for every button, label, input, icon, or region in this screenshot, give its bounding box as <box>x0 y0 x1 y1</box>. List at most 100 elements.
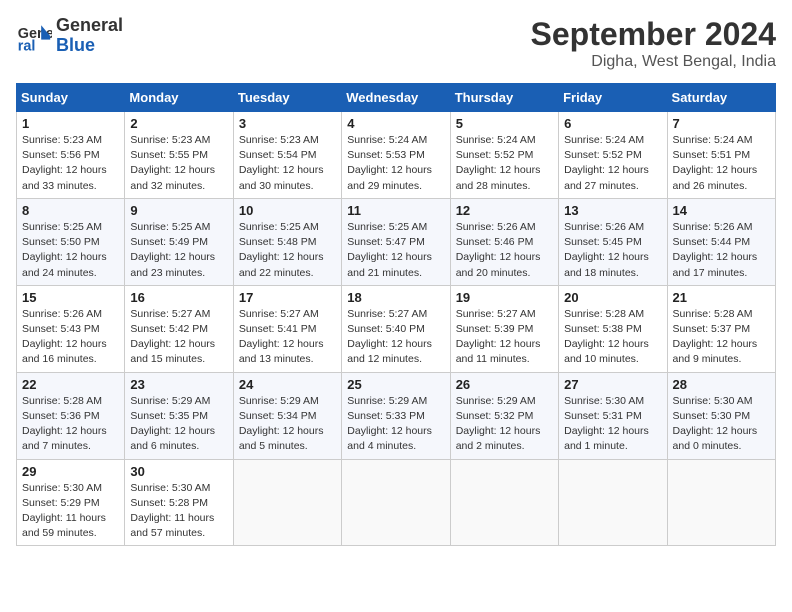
calendar-cell <box>233 459 341 546</box>
day-info: Sunrise: 5:27 AM Sunset: 5:39 PM Dayligh… <box>456 307 553 368</box>
day-number: 11 <box>347 203 444 218</box>
day-info: Sunrise: 5:26 AM Sunset: 5:44 PM Dayligh… <box>673 220 770 281</box>
day-number: 26 <box>456 377 553 392</box>
day-number: 25 <box>347 377 444 392</box>
day-info: Sunrise: 5:29 AM Sunset: 5:33 PM Dayligh… <box>347 394 444 455</box>
calendar-cell: 26 Sunrise: 5:29 AM Sunset: 5:32 PM Dayli… <box>450 372 558 459</box>
calendar-cell: 8Sunrise: 5:25 AM Sunset: 5:50 PM Daylig… <box>17 198 125 285</box>
calendar-cell: 19 Sunrise: 5:27 AM Sunset: 5:39 PM Dayli… <box>450 285 558 372</box>
calendar-cell: 11 Sunrise: 5:25 AM Sunset: 5:47 PM Dayli… <box>342 198 450 285</box>
calendar-cell <box>450 459 558 546</box>
calendar-cell: 5 Sunrise: 5:24 AM Sunset: 5:52 PM Daylig… <box>450 112 558 199</box>
week-row-3: 15 Sunrise: 5:26 AM Sunset: 5:43 PM Dayli… <box>17 285 776 372</box>
weekday-wednesday: Wednesday <box>342 84 450 112</box>
calendar-cell: 9Sunrise: 5:25 AM Sunset: 5:49 PM Daylig… <box>125 198 233 285</box>
page-header: Gene ral General Blue September 2024 Dig… <box>16 16 776 71</box>
calendar-cell: 1 Sunrise: 5:23 AM Sunset: 5:56 PM Daylig… <box>17 112 125 199</box>
day-info: Sunrise: 5:23 AM Sunset: 5:54 PM Dayligh… <box>239 133 336 194</box>
calendar-cell: 3 Sunrise: 5:23 AM Sunset: 5:54 PM Daylig… <box>233 112 341 199</box>
day-info: Sunrise: 5:27 AM Sunset: 5:40 PM Dayligh… <box>347 307 444 368</box>
weekday-friday: Friday <box>559 84 667 112</box>
calendar-cell: 14 Sunrise: 5:26 AM Sunset: 5:44 PM Dayli… <box>667 198 775 285</box>
calendar-cell <box>667 459 775 546</box>
day-number: 16 <box>130 290 227 305</box>
day-number: 3 <box>239 116 336 131</box>
day-info: Sunrise: 5:24 AM Sunset: 5:53 PM Dayligh… <box>347 133 444 194</box>
day-number: 6 <box>564 116 661 131</box>
day-number: 30 <box>130 464 227 479</box>
day-info: Sunrise: 5:30 AM Sunset: 5:31 PM Dayligh… <box>564 394 661 455</box>
day-number: 5 <box>456 116 553 131</box>
day-number: 22 <box>22 377 119 392</box>
day-info: Sunrise: 5:30 AM Sunset: 5:29 PM Dayligh… <box>22 481 119 542</box>
day-info: Sunrise: 5:30 AM Sunset: 5:28 PM Dayligh… <box>130 481 227 542</box>
week-row-5: 29 Sunrise: 5:30 AM Sunset: 5:29 PM Dayli… <box>17 459 776 546</box>
day-info: Sunrise: 5:23 AM Sunset: 5:55 PM Dayligh… <box>130 133 227 194</box>
calendar-cell: 18 Sunrise: 5:27 AM Sunset: 5:40 PM Dayli… <box>342 285 450 372</box>
calendar-cell: 4 Sunrise: 5:24 AM Sunset: 5:53 PM Daylig… <box>342 112 450 199</box>
day-info: Sunrise: 5:28 AM Sunset: 5:36 PM Dayligh… <box>22 394 119 455</box>
weekday-header-row: SundayMondayTuesdayWednesdayThursdayFrid… <box>17 84 776 112</box>
day-info: Sunrise: 5:30 AM Sunset: 5:30 PM Dayligh… <box>673 394 770 455</box>
calendar-cell: 29 Sunrise: 5:30 AM Sunset: 5:29 PM Dayli… <box>17 459 125 546</box>
day-number: 7 <box>673 116 770 131</box>
day-number: 1 <box>22 116 119 131</box>
weekday-thursday: Thursday <box>450 84 558 112</box>
calendar-cell: 7 Sunrise: 5:24 AM Sunset: 5:51 PM Daylig… <box>667 112 775 199</box>
day-number: 13 <box>564 203 661 218</box>
day-number: 18 <box>347 290 444 305</box>
calendar-cell: 28 Sunrise: 5:30 AM Sunset: 5:30 PM Dayli… <box>667 372 775 459</box>
calendar-cell: 21Sunrise: 5:28 AM Sunset: 5:37 PM Dayli… <box>667 285 775 372</box>
weekday-tuesday: Tuesday <box>233 84 341 112</box>
day-info: Sunrise: 5:29 AM Sunset: 5:34 PM Dayligh… <box>239 394 336 455</box>
day-info: Sunrise: 5:29 AM Sunset: 5:35 PM Dayligh… <box>130 394 227 455</box>
day-number: 10 <box>239 203 336 218</box>
day-number: 12 <box>456 203 553 218</box>
day-number: 28 <box>673 377 770 392</box>
day-number: 20 <box>564 290 661 305</box>
weekday-monday: Monday <box>125 84 233 112</box>
logo-icon: Gene ral <box>16 18 52 54</box>
logo-text: General Blue <box>56 16 123 56</box>
day-info: Sunrise: 5:29 AM Sunset: 5:32 PM Dayligh… <box>456 394 553 455</box>
day-number: 19 <box>456 290 553 305</box>
calendar-cell: 22 Sunrise: 5:28 AM Sunset: 5:36 PM Dayli… <box>17 372 125 459</box>
day-info: Sunrise: 5:27 AM Sunset: 5:42 PM Dayligh… <box>130 307 227 368</box>
weekday-saturday: Saturday <box>667 84 775 112</box>
day-number: 24 <box>239 377 336 392</box>
day-number: 15 <box>22 290 119 305</box>
day-info: Sunrise: 5:26 AM Sunset: 5:45 PM Dayligh… <box>564 220 661 281</box>
calendar-cell <box>342 459 450 546</box>
svg-text:ral: ral <box>18 38 36 54</box>
calendar-cell: 23Sunrise: 5:29 AM Sunset: 5:35 PM Dayli… <box>125 372 233 459</box>
day-info: Sunrise: 5:24 AM Sunset: 5:51 PM Dayligh… <box>673 133 770 194</box>
logo: Gene ral General Blue <box>16 16 123 56</box>
day-number: 21 <box>673 290 770 305</box>
day-info: Sunrise: 5:24 AM Sunset: 5:52 PM Dayligh… <box>456 133 553 194</box>
day-number: 4 <box>347 116 444 131</box>
calendar-cell: 6 Sunrise: 5:24 AM Sunset: 5:52 PM Daylig… <box>559 112 667 199</box>
day-info: Sunrise: 5:24 AM Sunset: 5:52 PM Dayligh… <box>564 133 661 194</box>
day-info: Sunrise: 5:26 AM Sunset: 5:43 PM Dayligh… <box>22 307 119 368</box>
day-info: Sunrise: 5:27 AM Sunset: 5:41 PM Dayligh… <box>239 307 336 368</box>
day-number: 17 <box>239 290 336 305</box>
day-info: Sunrise: 5:25 AM Sunset: 5:48 PM Dayligh… <box>239 220 336 281</box>
day-info: Sunrise: 5:25 AM Sunset: 5:47 PM Dayligh… <box>347 220 444 281</box>
day-info: Sunrise: 5:25 AM Sunset: 5:50 PM Dayligh… <box>22 220 119 281</box>
day-number: 29 <box>22 464 119 479</box>
day-number: 2 <box>130 116 227 131</box>
day-number: 27 <box>564 377 661 392</box>
week-row-1: 1 Sunrise: 5:23 AM Sunset: 5:56 PM Daylig… <box>17 112 776 199</box>
calendar-cell: 16 Sunrise: 5:27 AM Sunset: 5:42 PM Dayli… <box>125 285 233 372</box>
calendar-cell <box>559 459 667 546</box>
day-info: Sunrise: 5:25 AM Sunset: 5:49 PM Dayligh… <box>130 220 227 281</box>
calendar-cell: 30 Sunrise: 5:30 AM Sunset: 5:28 PM Dayli… <box>125 459 233 546</box>
weekday-sunday: Sunday <box>17 84 125 112</box>
day-info: Sunrise: 5:23 AM Sunset: 5:56 PM Dayligh… <box>22 133 119 194</box>
calendar-table: SundayMondayTuesdayWednesdayThursdayFrid… <box>16 83 776 546</box>
day-number: 14 <box>673 203 770 218</box>
calendar-cell: 12 Sunrise: 5:26 AM Sunset: 5:46 PM Dayli… <box>450 198 558 285</box>
calendar-cell: 27 Sunrise: 5:30 AM Sunset: 5:31 PM Dayli… <box>559 372 667 459</box>
location-title: Digha, West Bengal, India <box>531 53 776 71</box>
day-info: Sunrise: 5:26 AM Sunset: 5:46 PM Dayligh… <box>456 220 553 281</box>
